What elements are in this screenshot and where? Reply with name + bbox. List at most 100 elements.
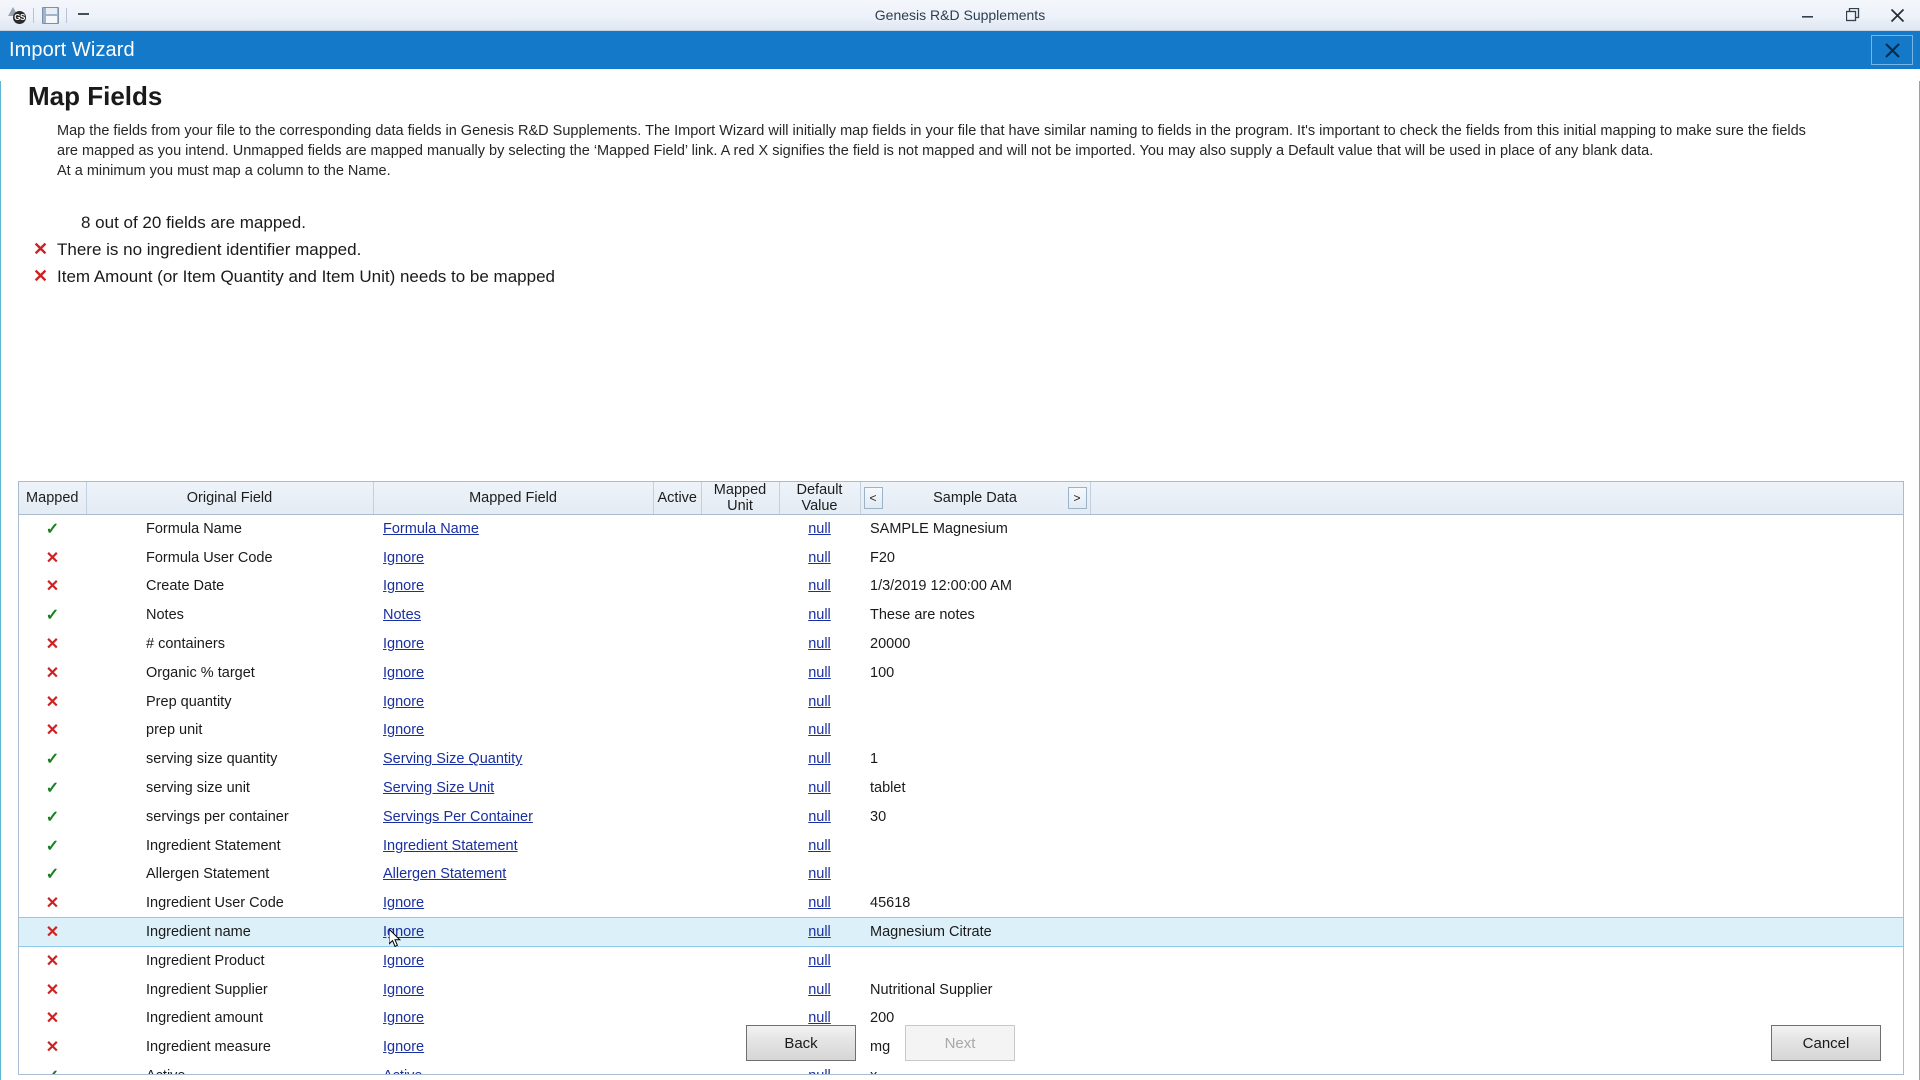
cell-mapped-field: Ignore: [373, 716, 653, 745]
x-icon: ✕: [45, 664, 60, 682]
cell-mapped-unit: [701, 831, 779, 860]
table-row[interactable]: ✕ prep unit Ignore null: [19, 716, 1903, 745]
default-value-link[interactable]: null: [808, 578, 831, 594]
column-header-mapped-unit[interactable]: Mapped Unit: [701, 482, 780, 515]
wizard-close-button[interactable]: [1871, 35, 1913, 65]
cell-mapped-field: Ignore: [373, 630, 653, 659]
default-value-link[interactable]: null: [808, 982, 831, 998]
save-icon[interactable]: [37, 3, 63, 27]
column-header-mapped-field[interactable]: Mapped Field: [373, 482, 654, 515]
mapped-field-link[interactable]: Servings Per Container: [383, 809, 533, 825]
mapped-field-link[interactable]: Ignore: [383, 722, 424, 738]
default-value-link[interactable]: null: [808, 550, 831, 566]
cell-spacer: [1090, 946, 1903, 975]
mapped-field-link[interactable]: Ignore: [383, 665, 424, 681]
mapped-field-link[interactable]: Ignore: [383, 953, 424, 969]
table-row[interactable]: ✕ Create Date Ignore null 1/3/2019 12:00:00 …: [19, 572, 1903, 601]
default-value-link[interactable]: null: [808, 636, 831, 652]
table-row[interactable]: ✓ Allergen Statement Allergen Statement nul…: [19, 860, 1903, 889]
cell-active: [653, 687, 701, 716]
cell-active: [653, 543, 701, 572]
mapped-check-icon: ✓: [19, 515, 86, 544]
mapped-cross-icon: ✕: [19, 630, 86, 659]
default-value-link[interactable]: null: [808, 694, 831, 710]
mapped-field-link[interactable]: Ignore: [383, 550, 424, 566]
status-messages: 8 out of 20 fields are mapped. ✕ There i…: [33, 209, 1919, 290]
table-row[interactable]: ✓ Ingredient Statement Ingredient Statemen…: [19, 831, 1903, 860]
table-row[interactable]: ✕ # containers Ignore null 20000: [19, 630, 1903, 659]
cell-spacer: [1090, 975, 1903, 1004]
table-row[interactable]: ✓ serving size unit Serving Size Unit null t…: [19, 774, 1903, 803]
mapped-check-icon: ✓: [19, 774, 86, 803]
status-error-1: ✕ Item Amount (or Item Quantity and Item…: [33, 263, 1919, 290]
default-value-link[interactable]: null: [808, 924, 831, 940]
column-header-sample-data: < Sample Data >: [860, 482, 1091, 515]
minimize-button[interactable]: [1785, 0, 1830, 30]
default-value-link[interactable]: null: [808, 953, 831, 969]
table-row[interactable]: ✕ Ingredient Product Ignore null: [19, 946, 1903, 975]
cell-active: [653, 946, 701, 975]
cell-sample-data: [860, 946, 1090, 975]
cell-active: [653, 918, 701, 947]
default-value-link[interactable]: null: [808, 722, 831, 738]
table-row[interactable]: ✕ Ingredient User Code Ignore null 45618: [19, 889, 1903, 918]
mapped-field-link[interactable]: Formula Name: [383, 521, 479, 537]
mapped-field-link[interactable]: Ignore: [383, 694, 424, 710]
default-value-link[interactable]: null: [808, 838, 831, 854]
default-value-link[interactable]: null: [808, 866, 831, 882]
mapped-field-link[interactable]: Serving Size Unit: [383, 780, 494, 796]
default-value-link[interactable]: null: [808, 751, 831, 767]
sample-data-next-button[interactable]: >: [1067, 487, 1087, 509]
back-button[interactable]: Back: [746, 1025, 856, 1061]
cell-mapped-field: Serving Size Unit: [373, 774, 653, 803]
table-row[interactable]: ✓ serving size quantity Serving Size Quant…: [19, 745, 1903, 774]
default-value-link[interactable]: null: [808, 665, 831, 681]
mapped-field-link[interactable]: Allergen Statement: [383, 866, 506, 882]
app-logo-icon[interactable]: GS: [4, 3, 30, 27]
default-value-link[interactable]: null: [808, 895, 831, 911]
mapped-field-link[interactable]: Ignore: [383, 578, 424, 594]
cancel-button[interactable]: Cancel: [1771, 1025, 1881, 1061]
table-row[interactable]: ✓ Formula Name Formula Name null SAMPLE Magn…: [19, 515, 1903, 544]
column-header-original-field[interactable]: Original Field: [86, 482, 374, 515]
mapped-field-link[interactable]: Serving Size Quantity: [383, 751, 522, 767]
column-header-mapped[interactable]: Mapped: [19, 482, 87, 515]
wizard-body: Map Fields Map the fields from your file…: [0, 81, 1920, 1080]
table-row[interactable]: ✓ Notes Notes null These are notes: [19, 601, 1903, 630]
cell-mapped-unit: [701, 946, 779, 975]
sample-data-prev-button[interactable]: <: [863, 487, 883, 509]
table-row[interactable]: ✕ Ingredient Supplier Ignore null Nutritiona…: [19, 975, 1903, 1004]
cell-active: [653, 716, 701, 745]
table-row[interactable]: ✓ servings per container Servings Per Cont…: [19, 802, 1903, 831]
table-row[interactable]: ✕ Prep quantity Ignore null: [19, 687, 1903, 716]
cell-default-value: null: [779, 802, 860, 831]
column-header-active[interactable]: Active: [653, 482, 702, 515]
mapped-field-link[interactable]: Ignore: [383, 982, 424, 998]
mapped-field-link[interactable]: Notes: [383, 607, 421, 623]
column-header-sample-data-label: Sample Data: [933, 490, 1017, 506]
table-row[interactable]: ✕ Organic % target Ignore null 100: [19, 658, 1903, 687]
default-value-link[interactable]: null: [808, 780, 831, 796]
cell-active: [653, 572, 701, 601]
table-row[interactable]: ✕ Formula User Code Ignore null F20: [19, 543, 1903, 572]
table-row[interactable]: ✕ Ingredient name Ignore null Magnesium Citr…: [19, 916, 1903, 948]
mapped-field-link[interactable]: Ignore: [383, 924, 424, 940]
default-value-link[interactable]: null: [808, 809, 831, 825]
cell-original-field: Formula User Code: [146, 549, 273, 566]
mapped-field-link[interactable]: Ignore: [383, 636, 424, 652]
default-value-link[interactable]: null: [808, 521, 831, 537]
cell-active: [653, 975, 701, 1004]
cell-spacer: [1090, 802, 1903, 831]
default-value-link[interactable]: null: [808, 607, 831, 623]
customize-quick-access-icon[interactable]: [70, 3, 96, 27]
close-button[interactable]: [1875, 0, 1920, 30]
default-value-link[interactable]: null: [808, 1068, 831, 1074]
restore-button[interactable]: [1830, 0, 1875, 30]
window-title: Genesis R&D Supplements: [874, 7, 1046, 23]
column-header-default-value[interactable]: Default Value: [779, 482, 861, 515]
mapped-field-link[interactable]: Ignore: [383, 895, 424, 911]
mapped-field-link[interactable]: Ingredient Statement: [383, 838, 518, 854]
cell-mapped-unit: [701, 918, 779, 947]
mapped-field-link[interactable]: Active: [383, 1068, 423, 1074]
cell-spacer: [1090, 601, 1903, 630]
